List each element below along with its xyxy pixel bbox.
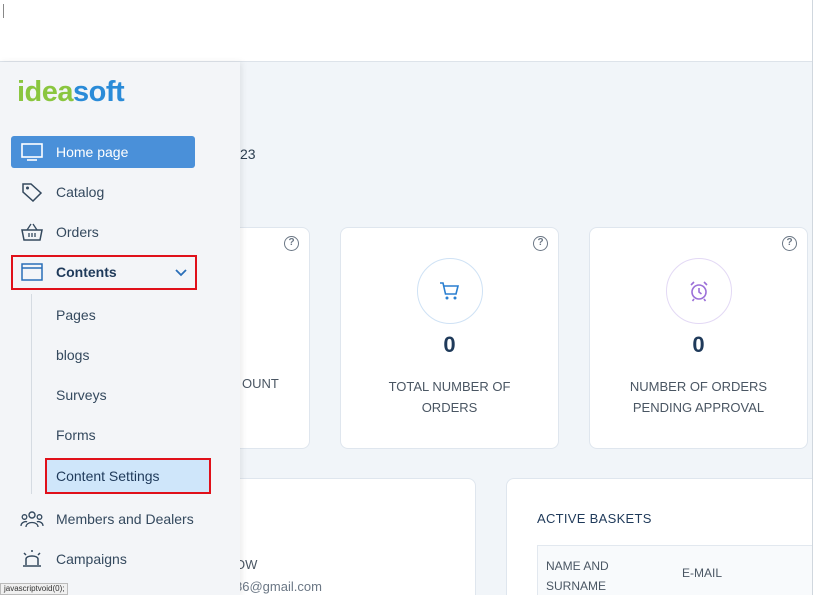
pending-orders-count: 0 [692, 332, 705, 357]
alarm-clock-icon [665, 258, 732, 324]
sidebar-item-label: Campaigns [56, 551, 127, 567]
monitor-icon [19, 141, 45, 163]
stat-card-pending-approval: ? 0 NUMBER OF ORDERS PENDING APPROVAL [589, 227, 808, 449]
active-baskets-card: ACTIVE BASKETS NAME AND SURNAME E-MAIL [506, 478, 813, 595]
sidebar-item-label: Orders [56, 224, 99, 240]
tag-icon [19, 181, 45, 203]
highlight-contents [11, 255, 197, 290]
col-name-surname: NAME AND SURNAME [546, 559, 609, 593]
sidebar: ideasoft Home page Catalog Orders Conten… [0, 62, 240, 595]
member-card: OW 86@gmail.com [218, 478, 476, 595]
stat-card-total-orders: ? 0 TOTAL NUMBER OF ORDERS [340, 227, 559, 449]
sidebar-item-label: Members and Dealers [56, 511, 194, 527]
sidebar-item-orders[interactable]: Orders [11, 216, 195, 248]
help-icon[interactable]: ? [533, 236, 548, 251]
ideasoft-logo[interactable]: ideasoft [17, 76, 125, 109]
submenu-tree-line [31, 294, 32, 494]
total-orders-count: 0 [443, 332, 456, 357]
card-label-fragment: OUNT [242, 376, 279, 391]
sidebar-item-home[interactable]: Home page [11, 136, 195, 168]
sidebar-item-label: Home page [56, 144, 129, 160]
sidebar-item-members-dealers[interactable]: Members and Dealers [11, 503, 195, 535]
submenu-item-surveys[interactable]: Surveys [56, 387, 107, 403]
users-icon [19, 508, 45, 530]
sidebar-item-campaigns[interactable]: Campaigns [11, 543, 195, 575]
active-baskets-title: ACTIVE BASKETS [537, 511, 652, 526]
highlight-content-settings [45, 458, 211, 494]
pending-orders-label: NUMBER OF ORDERS PENDING APPROVAL [629, 379, 768, 415]
help-icon[interactable]: ? [284, 236, 299, 251]
sidebar-item-label: Catalog [56, 184, 105, 200]
col-email: E-MAIL [682, 566, 723, 580]
submenu-item-blogs[interactable]: blogs [56, 347, 89, 363]
submenu-item-pages[interactable]: Pages [56, 307, 96, 323]
text-caret [3, 4, 4, 18]
baskets-table-header: NAME AND SURNAME E-MAIL [537, 545, 813, 595]
help-icon[interactable]: ? [782, 236, 797, 251]
top-bar [0, 0, 813, 62]
status-link-tooltip: javascriptvoid(0); [0, 583, 69, 595]
total-orders-label: TOTAL NUMBER OF ORDERS [388, 379, 511, 415]
siren-icon [19, 548, 45, 570]
date-fragment: 23 [240, 146, 256, 162]
submenu-item-forms[interactable]: Forms [56, 427, 96, 443]
basket-icon [19, 221, 45, 243]
cart-icon [416, 258, 483, 324]
sidebar-item-catalog[interactable]: Catalog [11, 176, 195, 208]
member-email-fragment: 86@gmail.com [235, 579, 322, 594]
